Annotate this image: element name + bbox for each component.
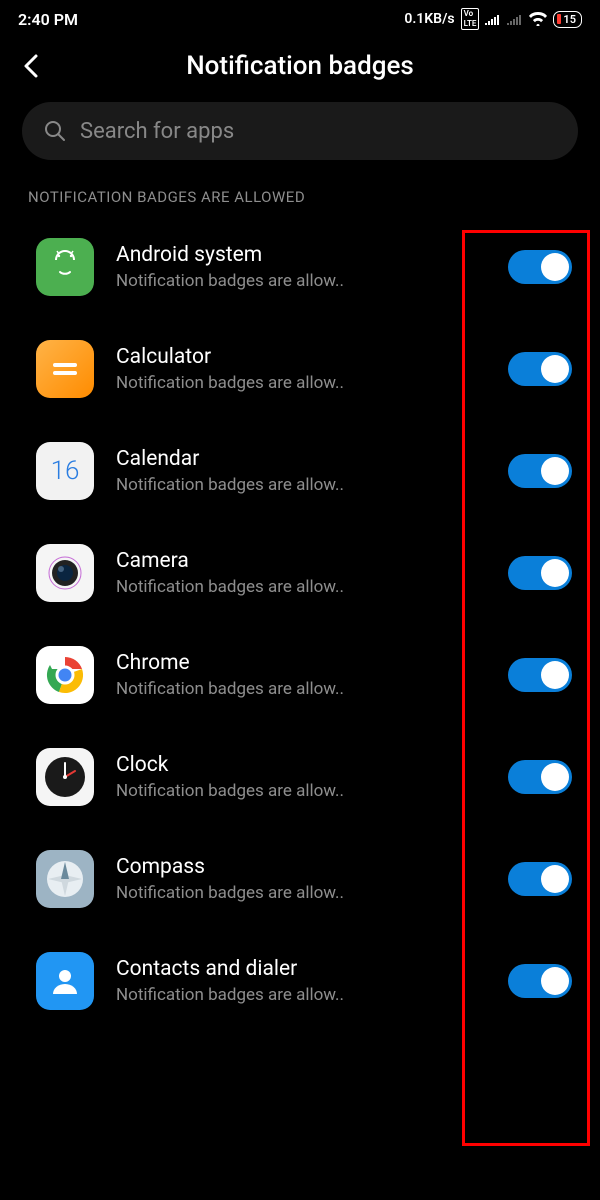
clock-icon — [36, 748, 94, 806]
list-item[interactable]: Camera Notification badges are allow.. — [18, 522, 582, 624]
network-speed: 0.1KB/s — [404, 11, 454, 27]
list-item-text: Compass Notification badges are allow.. — [116, 855, 486, 903]
app-subtitle: Notification badges are allow.. — [116, 883, 486, 903]
app-name: Calculator — [116, 345, 486, 369]
app-list: Android system Notification badges are a… — [0, 216, 600, 1032]
list-item-text: Contacts and dialer Notification badges … — [116, 957, 486, 1005]
status-time: 2:40 PM — [18, 10, 78, 29]
app-subtitle: Notification badges are allow.. — [116, 373, 486, 393]
wifi-icon — [529, 12, 547, 26]
status-bar: 2:40 PM 0.1KB/s VoLTE 15 — [0, 0, 600, 38]
app-name: Chrome — [116, 651, 486, 675]
status-right: 0.1KB/s VoLTE 15 — [404, 8, 582, 30]
app-name: Compass — [116, 855, 486, 879]
toggle-switch[interactable] — [508, 352, 572, 386]
list-item[interactable]: Calculator Notification badges are allow… — [18, 318, 582, 420]
list-item[interactable]: Clock Notification badges are allow.. — [18, 726, 582, 828]
list-item-text: Android system Notification badges are a… — [116, 243, 486, 291]
list-item-text: Clock Notification badges are allow.. — [116, 753, 486, 801]
battery-icon: 15 — [553, 11, 582, 28]
volte-icon: VoLTE — [461, 8, 480, 30]
list-item[interactable]: Android system Notification badges are a… — [18, 216, 582, 318]
app-name: Calendar — [116, 447, 486, 471]
app-name: Camera — [116, 549, 486, 573]
section-header: NOTIFICATION BADGES ARE ALLOWED — [0, 188, 600, 216]
app-subtitle: Notification badges are allow.. — [116, 781, 486, 801]
toggle-switch[interactable] — [508, 250, 572, 284]
list-item[interactable]: Chrome Notification badges are allow.. — [18, 624, 582, 726]
app-name: Android system — [116, 243, 486, 267]
list-item[interactable]: 16 Calendar Notification badges are allo… — [18, 420, 582, 522]
list-item-text: Camera Notification badges are allow.. — [116, 549, 486, 597]
signal-icon — [485, 13, 501, 25]
toggle-switch[interactable] — [508, 556, 572, 590]
toggle-switch[interactable] — [508, 964, 572, 998]
list-item[interactable]: Contacts and dialer Notification badges … — [18, 930, 582, 1032]
contacts-icon — [36, 952, 94, 1010]
list-item-text: Chrome Notification badges are allow.. — [116, 651, 486, 699]
search-icon — [44, 120, 66, 142]
chrome-icon — [36, 646, 94, 704]
search-placeholder: Search for apps — [80, 119, 234, 144]
list-item[interactable]: Compass Notification badges are allow.. — [18, 828, 582, 930]
app-subtitle: Notification badges are allow.. — [116, 577, 486, 597]
app-name: Contacts and dialer — [116, 957, 486, 981]
android-icon — [36, 238, 94, 296]
app-subtitle: Notification badges are allow.. — [116, 679, 486, 699]
compass-icon — [36, 850, 94, 908]
search-input[interactable]: Search for apps — [22, 102, 578, 160]
calculator-icon — [36, 340, 94, 398]
calendar-icon: 16 — [36, 442, 94, 500]
app-subtitle: Notification badges are allow.. — [116, 985, 486, 1005]
back-button[interactable] — [18, 52, 46, 80]
toggle-switch[interactable] — [508, 862, 572, 896]
toggle-switch[interactable] — [508, 760, 572, 794]
header: Notification badges — [0, 38, 600, 102]
toggle-switch[interactable] — [508, 454, 572, 488]
app-subtitle: Notification badges are allow.. — [116, 475, 486, 495]
app-subtitle: Notification badges are allow.. — [116, 271, 486, 291]
list-item-text: Calculator Notification badges are allow… — [116, 345, 486, 393]
signal2-icon — [507, 13, 523, 25]
toggle-switch[interactable] — [508, 658, 572, 692]
page-title: Notification badges — [186, 51, 414, 81]
camera-icon — [36, 544, 94, 602]
app-name: Clock — [116, 753, 486, 777]
list-item-text: Calendar Notification badges are allow.. — [116, 447, 486, 495]
